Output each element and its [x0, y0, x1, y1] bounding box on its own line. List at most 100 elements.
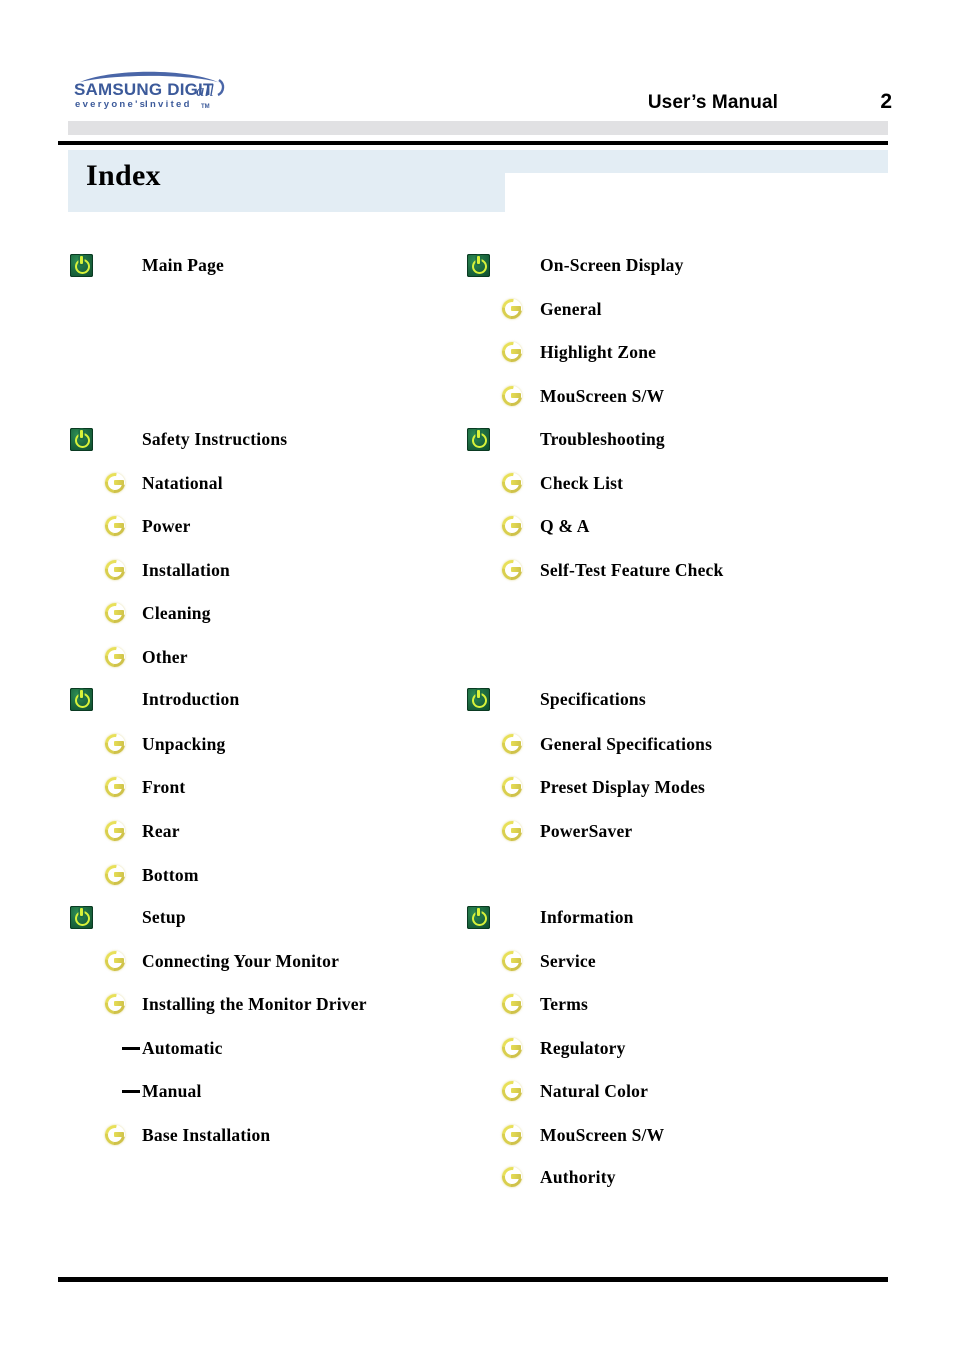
em-dash-icon [122, 1038, 142, 1058]
index-entry-manual[interactable]: Manual [122, 1078, 202, 1104]
gold-ring-icon [105, 951, 125, 971]
svg-text:all: all [196, 81, 214, 100]
index-entry-terms[interactable]: Terms [502, 991, 588, 1017]
power-icon [467, 687, 490, 711]
index-entry-base-installation[interactable]: Base Installation [105, 1122, 270, 1148]
index-entry-natural-color[interactable]: Natural Color [502, 1078, 648, 1104]
index-entry-installing-the-monitor-driver[interactable]: Installing the Monitor Driver [105, 991, 367, 1017]
footer-divider-rule [58, 1277, 888, 1282]
index-entry-cleaning[interactable]: Cleaning [105, 600, 211, 626]
index-entry-highlight-zone[interactable]: Highlight Zone [502, 339, 656, 365]
power-icon [467, 905, 490, 929]
index-entry-specifications[interactable]: Specifications [467, 686, 646, 712]
index-entry-label: Bottom [142, 864, 199, 885]
index-entry-label: Troubleshooting [540, 428, 665, 449]
index-entry-label: Front [142, 776, 186, 797]
page-number: 2 [880, 90, 892, 113]
index-entry-label: Highlight Zone [540, 341, 657, 362]
index-entry-check-list[interactable]: Check List [502, 470, 623, 496]
gold-ring-icon [502, 951, 522, 971]
index-entry-rear[interactable]: Rear [105, 818, 180, 844]
index-entry-label: Service [540, 950, 596, 971]
index-entry-automatic[interactable]: Automatic [122, 1035, 223, 1061]
index-entry-installation[interactable]: Installation [105, 557, 230, 583]
power-icon [467, 427, 490, 451]
index-entry-label: Installation [142, 559, 230, 580]
gold-ring-icon [105, 821, 125, 841]
index-entry-label: Self-Test Feature Check [540, 559, 724, 580]
index-title-bar: Index [68, 150, 888, 212]
page-header: SAMSUNG DIGIT all everyone's Invited TM … [0, 0, 954, 148]
index-entry-label: Introduction [142, 688, 240, 709]
index-entry-label: Main Page [142, 254, 224, 275]
em-dash-icon [122, 1081, 142, 1101]
index-entry-bottom[interactable]: Bottom [105, 862, 199, 888]
gold-ring-icon [105, 473, 125, 493]
index-entry-on-screen-display[interactable]: On-Screen Display [467, 252, 684, 278]
index-entry-preset-display-modes[interactable]: Preset Display Modes [502, 774, 705, 800]
index-entry-q-a[interactable]: Q & A [502, 513, 590, 539]
index-entry-label: Natural Color [540, 1080, 649, 1101]
gold-ring-icon [105, 516, 125, 536]
gold-ring-icon [105, 777, 125, 797]
gold-ring-icon [502, 299, 522, 319]
samsung-logo: SAMSUNG DIGIT all everyone's Invited TM [72, 68, 232, 110]
index-entry-label: Q & A [540, 515, 590, 536]
index-entry-label: On-Screen Display [540, 254, 684, 275]
gold-ring-icon [502, 560, 522, 580]
index-entry-service[interactable]: Service [502, 948, 596, 974]
gold-ring-icon [502, 1081, 522, 1101]
gold-ring-icon [502, 1038, 522, 1058]
gold-ring-icon [502, 516, 522, 536]
index-entry-label: General [540, 298, 602, 319]
index-entry-introduction[interactable]: Introduction [70, 686, 239, 712]
index-entry-label: Unpacking [142, 733, 226, 754]
index-entry-label: Setup [142, 906, 186, 927]
index-entry-power[interactable]: Power [105, 513, 191, 539]
index-entry-label: Preset Display Modes [540, 776, 706, 797]
index-entry-front[interactable]: Front [105, 774, 185, 800]
index-entry-label: Manual [142, 1080, 202, 1101]
gold-ring-icon [502, 994, 522, 1014]
index-entry-mouscreen-s-w[interactable]: MouScreen S/W [502, 1122, 664, 1148]
svg-text:SAMSUNG DIGIT: SAMSUNG DIGIT [74, 80, 214, 99]
gold-ring-icon [502, 734, 522, 754]
index-entry-general[interactable]: General [502, 296, 602, 322]
gold-ring-icon [105, 1125, 125, 1145]
index-entry-natational[interactable]: Natational [105, 470, 223, 496]
gold-ring-icon [502, 1125, 522, 1145]
gold-ring-icon [105, 994, 125, 1014]
svg-text:TM: TM [201, 104, 210, 110]
index-entry-label: PowerSaver [540, 820, 633, 841]
svg-text:Invited: Invited [145, 99, 192, 110]
index-entry-setup[interactable]: Setup [70, 904, 186, 930]
index-entry-connecting-your-monitor[interactable]: Connecting Your Monitor [105, 948, 339, 974]
index-entry-label: MouScreen S/W [540, 1124, 665, 1145]
index-entry-main-page[interactable]: Main Page [70, 252, 224, 278]
index-entry-other[interactable]: Other [105, 644, 188, 670]
index-entry-label: Information [540, 906, 634, 927]
index-bar-notch [505, 173, 888, 212]
index-entry-powersaver[interactable]: PowerSaver [502, 818, 632, 844]
index-entry-label: Specifications [540, 688, 646, 709]
index-entry-label: Power [142, 515, 191, 536]
gold-ring-icon [502, 777, 522, 797]
index-entry-regulatory[interactable]: Regulatory [502, 1035, 626, 1061]
index-entry-information[interactable]: Information [467, 904, 634, 930]
index-entry-mouscreen-s-w[interactable]: MouScreen S/W [502, 383, 664, 409]
index-entry-label: Terms [540, 993, 588, 1014]
power-icon [70, 687, 93, 711]
index-entry-label: Automatic [142, 1037, 223, 1058]
gold-ring-icon [502, 342, 522, 362]
index-entry-label: Regulatory [540, 1037, 626, 1058]
index-entry-unpacking[interactable]: Unpacking [105, 731, 226, 757]
index-entry-general-specifications[interactable]: General Specifications [502, 731, 712, 757]
index-entry-label: MouScreen S/W [540, 385, 665, 406]
index-entry-safety-instructions[interactable]: Safety Instructions [70, 426, 287, 452]
index-entry-troubleshooting[interactable]: Troubleshooting [467, 426, 665, 452]
gold-ring-icon [105, 603, 125, 623]
index-entry-self-test-feature-check[interactable]: Self-Test Feature Check [502, 557, 723, 583]
power-icon [70, 427, 93, 451]
gold-ring-icon [502, 473, 522, 493]
index-entry-authority[interactable]: Authority [502, 1164, 616, 1190]
